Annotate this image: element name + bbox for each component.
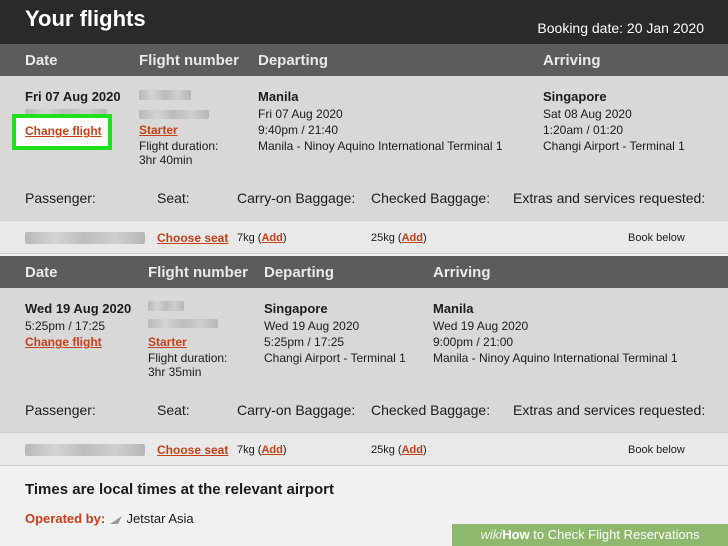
outbound-dep-airport: Manila - Ninoy Aquino International Term… (258, 139, 503, 153)
watermark-wiki: wiki (480, 527, 503, 542)
col-departing: Departing (264, 264, 335, 281)
return-dep-time: 5:25pm / 17:25 (264, 335, 345, 349)
watermark-title: to Check Flight Reservations (529, 527, 700, 542)
return-arr-city: Manila (433, 301, 474, 316)
jetstar-logo-icon (109, 515, 122, 524)
col-arriving: Arriving (543, 52, 601, 69)
outbound-passenger-row: Choose seat 7kg (Add) 25kg (Add) Book be… (0, 220, 728, 254)
return-arr-time: 9:00pm / 21:00 (433, 335, 514, 349)
booking-date-value: 20 Jan 2020 (626, 20, 704, 36)
outbound-extras: Book below (628, 232, 685, 244)
outbound-arr-time: 1:20am / 01:20 (543, 123, 624, 137)
return-extras: Book below (628, 444, 685, 456)
outbound-arr-date: Sat 08 Aug 2020 (543, 107, 632, 121)
return-choose-seat-link[interactable]: Choose seat (157, 442, 228, 458)
col-flight-number: Flight number (139, 52, 239, 69)
return-checked-kg: 25kg (371, 444, 395, 456)
return-carry-kg: 7kg (237, 444, 255, 456)
return-duration: 3hr 35min (148, 365, 202, 379)
label-passenger: Passenger: (25, 402, 96, 418)
return-carry-add-link[interactable]: Add (261, 444, 282, 456)
label-checked: Checked Baggage: (371, 190, 491, 206)
return-change-flight-link[interactable]: Change flight (25, 334, 102, 350)
redacted-flight-code (148, 319, 218, 328)
return-checked: 25kg (Add) (371, 444, 427, 456)
outbound-duration: 3hr 40min (139, 153, 193, 167)
label-extras: Extras and services requested: (513, 190, 706, 206)
outbound-arr-airport: Changi Airport - Terminal 1 (543, 139, 685, 153)
change-flight-highlight: Change flight (12, 114, 112, 150)
col-departing: Departing (258, 52, 329, 69)
return-dep-city: Singapore (264, 301, 328, 316)
outbound-carry-on: 7kg (Add) (237, 232, 287, 244)
page-title: Your flights (25, 6, 146, 31)
outbound-checked-kg: 25kg (371, 232, 395, 244)
return-passenger-row: Choose seat 7kg (Add) 25kg (Add) Book be… (0, 432, 728, 466)
return-flight: Wed 19 Aug 2020 5:25pm / 17:25 Change fl… (0, 288, 728, 432)
outbound-change-flight-link[interactable]: Change flight (25, 123, 102, 139)
label-extras: Extras and services requested: (513, 402, 706, 418)
redacted-flight-number (139, 90, 191, 100)
return-dep-date: Wed 19 Aug 2020 (264, 319, 360, 333)
label-seat: Seat: (157, 190, 190, 206)
col-date: Date (25, 264, 58, 281)
operated-by: Operated by: Jetstar Asia (25, 511, 194, 526)
airline-name: Jetstar Asia (126, 511, 194, 526)
col-flight-number: Flight number (148, 264, 248, 281)
label-passenger: Passenger: (25, 190, 96, 206)
booking-date-label: Booking date: (537, 20, 624, 36)
return-checked-add-link[interactable]: Add (402, 444, 423, 456)
outbound-dep-time: 9:40pm / 21:40 (258, 123, 339, 137)
outbound-dep-date: Fri 07 Aug 2020 (258, 107, 343, 121)
watermark-how: How (502, 527, 530, 542)
operated-by-label: Operated by: (25, 511, 106, 526)
outbound-checked: 25kg (Add) (371, 232, 427, 244)
return-carry-on: 7kg (Add) (237, 444, 287, 456)
outbound-carry-kg: 7kg (237, 232, 255, 244)
outbound-arr-city: Singapore (543, 89, 607, 104)
col-date: Date (25, 52, 58, 69)
label-carry-on: Carry-on Baggage: (237, 190, 356, 206)
top-bar: Your flights Booking date: 20 Jan 2020 (0, 0, 728, 44)
redacted-flight-code (139, 110, 209, 119)
return-time: 5:25pm / 17:25 (25, 319, 106, 333)
label-seat: Seat: (157, 402, 190, 418)
label-checked: Checked Baggage: (371, 402, 491, 418)
return-fare-link[interactable]: Starter (148, 334, 187, 350)
local-times-note: Times are local times at the relevant ai… (25, 481, 335, 498)
col-arriving: Arriving (433, 264, 491, 281)
outbound-fare-link[interactable]: Starter (139, 122, 178, 138)
return-passenger-labels: Passenger: Seat: Carry-on Baggage: Check… (0, 394, 728, 426)
outbound-carry-add-link[interactable]: Add (261, 232, 282, 244)
outbound-column-header: Date Flight number Departing Arriving (0, 44, 728, 76)
return-date: Wed 19 Aug 2020 (25, 301, 132, 316)
return-arr-date: Wed 19 Aug 2020 (433, 319, 529, 333)
redacted-passenger-name (25, 444, 145, 456)
redacted-passenger-name (25, 232, 145, 244)
return-dep-airport: Changi Airport - Terminal 1 (264, 351, 406, 365)
booking-date: Booking date: 20 Jan 2020 (537, 20, 704, 36)
outbound-date: Fri 07 Aug 2020 (25, 89, 121, 104)
redacted-flight-number (148, 301, 184, 311)
outbound-dep-city: Manila (258, 89, 299, 104)
return-arr-airport: Manila - Ninoy Aquino International Term… (433, 351, 678, 365)
outbound-checked-add-link[interactable]: Add (402, 232, 423, 244)
return-column-header: Date Flight number Departing Arriving (0, 256, 728, 288)
label-carry-on: Carry-on Baggage: (237, 402, 356, 418)
outbound-passenger-labels: Passenger: Seat: Carry-on Baggage: Check… (0, 182, 728, 214)
outbound-choose-seat-link[interactable]: Choose seat (157, 230, 228, 246)
wikihow-watermark: wikiHow to Check Flight Reservations (452, 524, 728, 546)
